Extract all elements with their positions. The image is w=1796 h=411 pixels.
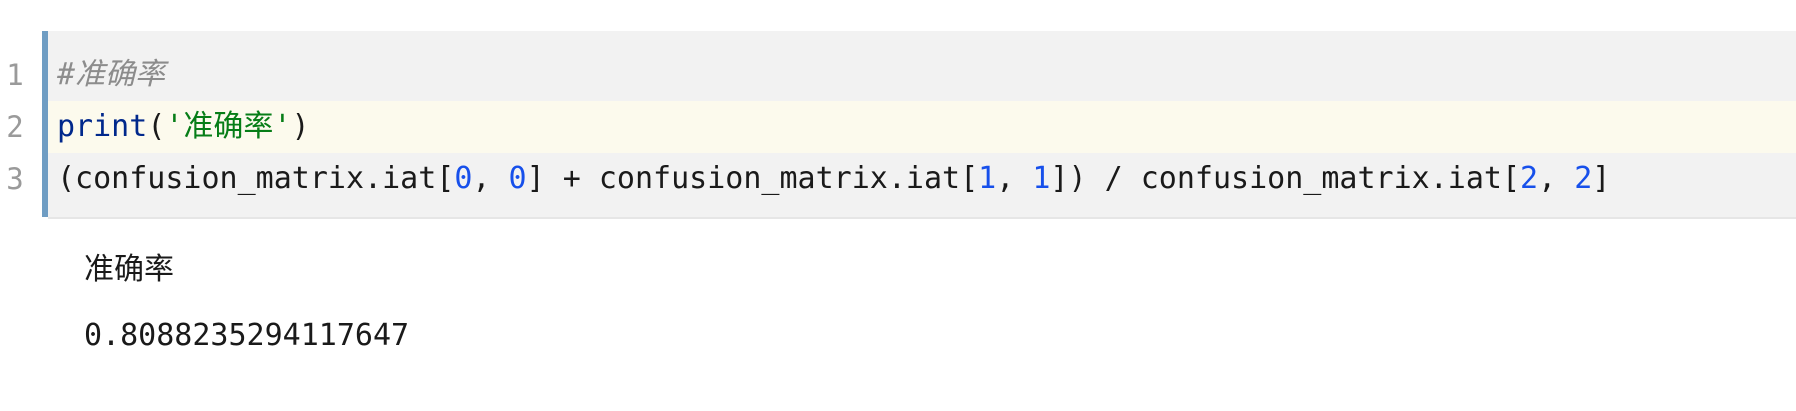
- cell-divider: [48, 217, 1796, 219]
- code-token-number: 0: [454, 161, 473, 196]
- notebook-page: 1 2 3 #准确率 print('准确率') (confusion_matri…: [0, 0, 1796, 411]
- code-cell[interactable]: 1 2 3 #准确率 print('准确率') (confusion_matri…: [0, 31, 1796, 219]
- code-token-plain: ,: [472, 161, 509, 196]
- code-token-plain: ,: [996, 161, 1033, 196]
- code-token-plain: (: [147, 109, 166, 144]
- code-token-number: 1: [978, 161, 997, 196]
- code-line-1[interactable]: #准确率: [48, 49, 1796, 101]
- line-number-gutter: 1 2 3: [0, 31, 42, 217]
- code-token-comment: #准确率: [57, 57, 166, 92]
- code-editor[interactable]: #准确率 print('准确率') (confusion_matrix.iat[…: [48, 31, 1796, 217]
- line-number-2: 2: [6, 110, 24, 144]
- code-token-plain: ,: [1538, 161, 1575, 196]
- code-token-plain: ): [291, 109, 310, 144]
- output-line-value: 0.8088235294117647: [84, 318, 410, 353]
- code-token-plain: ]: [1592, 161, 1611, 196]
- code-token-plain: ] + confusion_matrix.iat[: [526, 161, 979, 196]
- output-line-label: 准确率: [84, 252, 174, 287]
- line-number-3: 3: [6, 162, 24, 196]
- code-line-2[interactable]: print('准确率'): [48, 101, 1796, 153]
- code-token-string: '准确率': [165, 109, 292, 144]
- code-token-builtin: print: [57, 109, 148, 144]
- code-token-number: 1: [1032, 161, 1051, 196]
- code-line-3[interactable]: (confusion_matrix.iat[0, 0] + confusion_…: [48, 153, 1796, 205]
- code-token-number: 2: [1574, 161, 1593, 196]
- code-token-number: 2: [1520, 161, 1539, 196]
- code-token-number: 0: [508, 161, 527, 196]
- code-token-plain: ]) / confusion_matrix.iat[: [1050, 161, 1521, 196]
- code-token-plain: (confusion_matrix.iat[: [57, 161, 455, 196]
- line-number-1: 1: [6, 58, 24, 92]
